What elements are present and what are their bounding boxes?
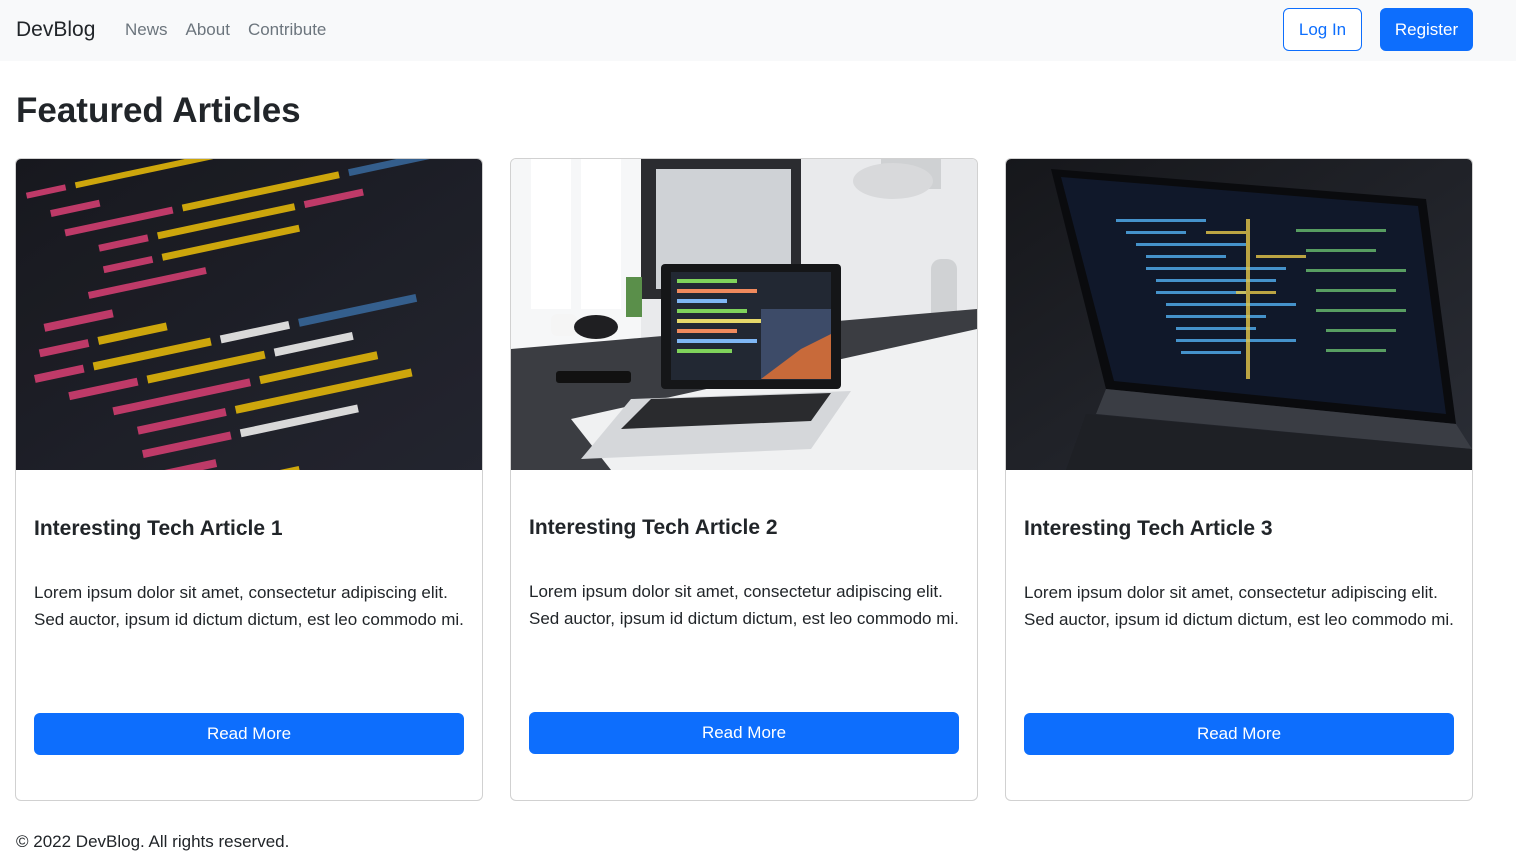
navbar: DevBlog News About Contribute Log In Reg… <box>0 0 1516 61</box>
nav-link-news[interactable]: News <box>125 18 168 42</box>
card-title: Interesting Tech Article 3 <box>1024 517 1273 540</box>
card-text: Lorem ipsum dolor sit amet, consectetur … <box>34 583 464 629</box>
card-text: Lorem ipsum dolor sit amet, consectetur … <box>529 582 959 628</box>
article-card-2: Interesting Tech Article 2 Lorem ipsum d… <box>510 158 978 801</box>
card-text: Lorem ipsum dolor sit amet, consectetur … <box>1024 583 1454 629</box>
read-more-button[interactable]: Read More <box>1024 713 1454 755</box>
card-title: Interesting Tech Article 1 <box>34 517 283 540</box>
nav-links: News About Contribute <box>125 18 326 42</box>
brand-logo-link[interactable]: DevBlog <box>16 16 95 44</box>
register-button[interactable]: Register <box>1380 8 1473 51</box>
dark-laptop-code-image <box>1006 159 1472 470</box>
footer-copyright: © 2022 DevBlog. All rights reserved. <box>16 832 290 851</box>
page-title: Featured Articles <box>16 91 301 130</box>
code-closeup-image <box>16 159 482 470</box>
card-title: Interesting Tech Article 2 <box>529 516 778 539</box>
laptop-desk-image <box>511 159 977 470</box>
nav-link-about[interactable]: About <box>186 18 230 42</box>
login-button[interactable]: Log In <box>1283 8 1362 51</box>
article-card-3: Interesting Tech Article 3 Lorem ipsum d… <box>1005 158 1473 801</box>
nav-link-contribute[interactable]: Contribute <box>248 18 326 42</box>
read-more-button[interactable]: Read More <box>529 712 959 754</box>
read-more-button[interactable]: Read More <box>34 713 464 755</box>
article-card-1: Interesting Tech Article 1 Lorem ipsum d… <box>15 158 483 801</box>
